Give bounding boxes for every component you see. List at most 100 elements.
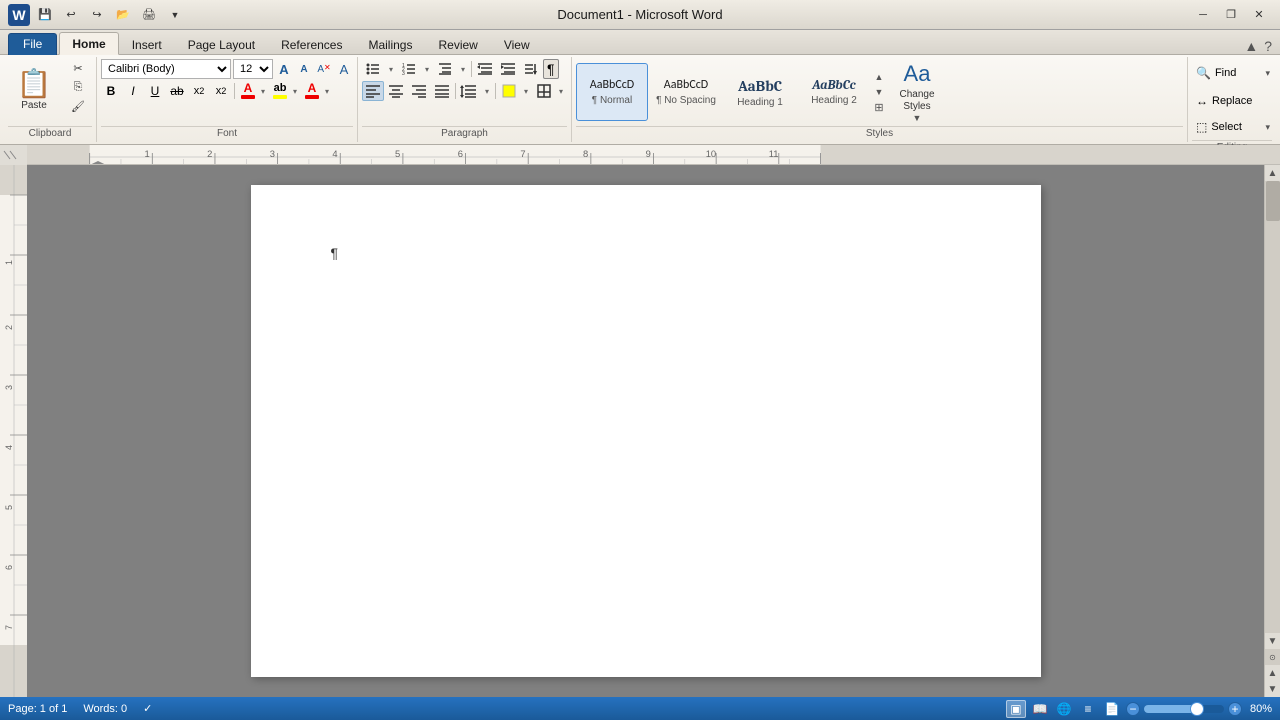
align-center-button[interactable] (385, 81, 407, 101)
tab-review[interactable]: Review (425, 33, 490, 55)
ribbon-collapse-btn[interactable]: ▲ (1244, 38, 1258, 54)
shrink-font-button[interactable]: A (295, 60, 313, 78)
clipboard-group: 📋 Paste ✂ ⎘ 🖌 Clipboard (4, 57, 97, 142)
style-heading1[interactable]: AaBbC Heading 1 (724, 63, 796, 121)
close-button[interactable]: ✕ (1246, 5, 1272, 25)
paste-button[interactable]: 📋 Paste (8, 59, 60, 119)
border-button[interactable] (533, 81, 555, 101)
style-heading2[interactable]: AaBbCc Heading 2 (798, 63, 870, 121)
document-viewport[interactable]: ¶ (27, 165, 1264, 697)
select-dropdown-icon[interactable]: ▾ (1265, 122, 1270, 133)
tab-file[interactable]: File (8, 33, 57, 55)
text-color-button[interactable]: A (302, 81, 322, 101)
ribbon-tabs: File Home Insert Page Layout References … (0, 30, 1280, 55)
styles-scroll-up[interactable]: ▲ (872, 70, 886, 84)
zoom-slider[interactable] (1144, 705, 1224, 713)
sort-button[interactable] (520, 59, 542, 79)
format-painter-button[interactable]: 🖌 (64, 97, 92, 115)
align-right-button[interactable] (408, 81, 430, 101)
tab-view[interactable]: View (491, 33, 543, 55)
line-spacing-dropdown[interactable]: ▾ (481, 81, 493, 101)
word-count[interactable]: Words: 0 (83, 703, 127, 715)
select-button[interactable]: ⬚ Select ▾ (1192, 115, 1272, 139)
zoom-out-button[interactable]: − (1126, 702, 1140, 716)
shading-button[interactable] (498, 81, 520, 101)
open-quick-btn[interactable]: 📂 (112, 4, 134, 26)
page-info[interactable]: Page: 1 of 1 (8, 703, 67, 715)
style-normal[interactable]: AaBbCcD ¶ Normal (576, 63, 648, 121)
superscript-button[interactable]: x2 (211, 81, 231, 101)
tab-home[interactable]: Home (59, 32, 118, 55)
styles-more-btn[interactable]: ⊞ (872, 100, 886, 114)
highlight-button[interactable]: ab (270, 81, 290, 101)
tab-references[interactable]: References (268, 33, 355, 55)
scroll-thumb[interactable] (1266, 181, 1280, 221)
ribbon-help-btn[interactable]: ? (1264, 38, 1272, 54)
restore-button[interactable]: ❐ (1218, 5, 1244, 25)
scroll-track[interactable] (1265, 181, 1280, 633)
scroll-down-button[interactable]: ▼ (1265, 633, 1280, 649)
change-styles-icon: Aa (904, 61, 931, 87)
show-formatting-button[interactable]: ¶ (543, 59, 559, 79)
subscript-button[interactable]: x2 (189, 81, 209, 101)
minimize-button[interactable]: ─ (1190, 5, 1216, 25)
bold-button[interactable]: B (101, 81, 121, 101)
quick-access-more-btn[interactable]: ▼ (164, 4, 186, 26)
full-reading-btn[interactable]: 📖 (1030, 700, 1050, 718)
web-layout-btn[interactable]: 🌐 (1054, 700, 1074, 718)
zoom-thumb[interactable] (1190, 702, 1204, 716)
document-page[interactable]: ¶ (251, 185, 1041, 677)
text-effects-button[interactable]: A (335, 60, 353, 78)
decrease-indent-button[interactable] (474, 59, 496, 79)
zoom-in-button[interactable]: + (1228, 702, 1242, 716)
draft-btn[interactable]: 📄 (1102, 700, 1122, 718)
style-no-spacing[interactable]: AaBbCcD ¶ No Spacing (650, 63, 722, 121)
styles-scroll-down[interactable]: ▼ (872, 85, 886, 99)
font-family-select[interactable]: Calibri (Body) Arial Times New Roman (101, 59, 231, 79)
tab-mailings[interactable]: Mailings (355, 33, 425, 55)
outline-btn[interactable]: ≡ (1078, 700, 1098, 718)
clear-format-button[interactable]: A✕ (315, 60, 333, 78)
find-button[interactable]: 🔍 Find ▾ (1192, 59, 1272, 87)
grow-font-button[interactable]: A (275, 60, 293, 78)
strikethrough-button[interactable]: ab (167, 81, 187, 101)
print-quick-btn[interactable]: 🖨 (138, 4, 160, 26)
tab-page-layout[interactable]: Page Layout (175, 33, 268, 55)
font-size-select[interactable]: 12 10 11 14 16 (233, 59, 273, 79)
undo-quick-btn[interactable]: ↩ (60, 4, 82, 26)
print-layout-btn[interactable]: ▣ (1006, 700, 1026, 718)
redo-quick-btn[interactable]: ↪ (86, 4, 108, 26)
font-color-dropdown[interactable]: ▾ (258, 81, 268, 101)
replace-button[interactable]: ↔ Replace (1192, 89, 1272, 113)
tab-insert[interactable]: Insert (119, 33, 175, 55)
zoom-level[interactable]: 80% (1250, 703, 1272, 715)
copy-button[interactable]: ⎘ (64, 78, 92, 96)
save-quick-btn[interactable]: 💾 (34, 4, 56, 26)
font-color-button[interactable]: A (238, 81, 258, 101)
border-dropdown[interactable]: ▾ (555, 81, 567, 101)
bullet-list-dropdown[interactable]: ▾ (385, 59, 397, 79)
prev-page-btn[interactable]: ⊙ (1265, 649, 1280, 665)
numbered-list-dropdown[interactable]: ▾ (421, 59, 433, 79)
spell-check-icon[interactable]: ✓ (143, 702, 152, 715)
find-dropdown-icon[interactable]: ▾ (1265, 68, 1270, 79)
underline-button[interactable]: U (145, 81, 165, 101)
italic-button[interactable]: I (123, 81, 143, 101)
increase-indent-button[interactable] (497, 59, 519, 79)
vertical-scrollbar[interactable]: ▲ ▼ ⊙ ▲ ▼ (1264, 165, 1280, 697)
prev-page-scroll-btn[interactable]: ▲ (1265, 665, 1280, 681)
cut-button[interactable]: ✂ (64, 59, 92, 77)
justify-button[interactable] (431, 81, 453, 101)
numbered-list-button[interactable]: 123 (398, 59, 420, 79)
align-left-button[interactable] (362, 81, 384, 101)
multilevel-list-button[interactable] (434, 59, 456, 79)
text-color-dropdown[interactable]: ▾ (322, 81, 332, 101)
multilevel-list-dropdown[interactable]: ▾ (457, 59, 469, 79)
scroll-up-button[interactable]: ▲ (1265, 165, 1280, 181)
line-spacing-button[interactable] (458, 81, 480, 101)
next-page-scroll-btn[interactable]: ▼ (1265, 681, 1280, 697)
highlight-dropdown[interactable]: ▾ (290, 81, 300, 101)
shading-dropdown[interactable]: ▾ (520, 81, 532, 101)
bullet-list-button[interactable] (362, 59, 384, 79)
change-styles-button[interactable]: Aa ChangeStyles ▼ (888, 63, 946, 121)
